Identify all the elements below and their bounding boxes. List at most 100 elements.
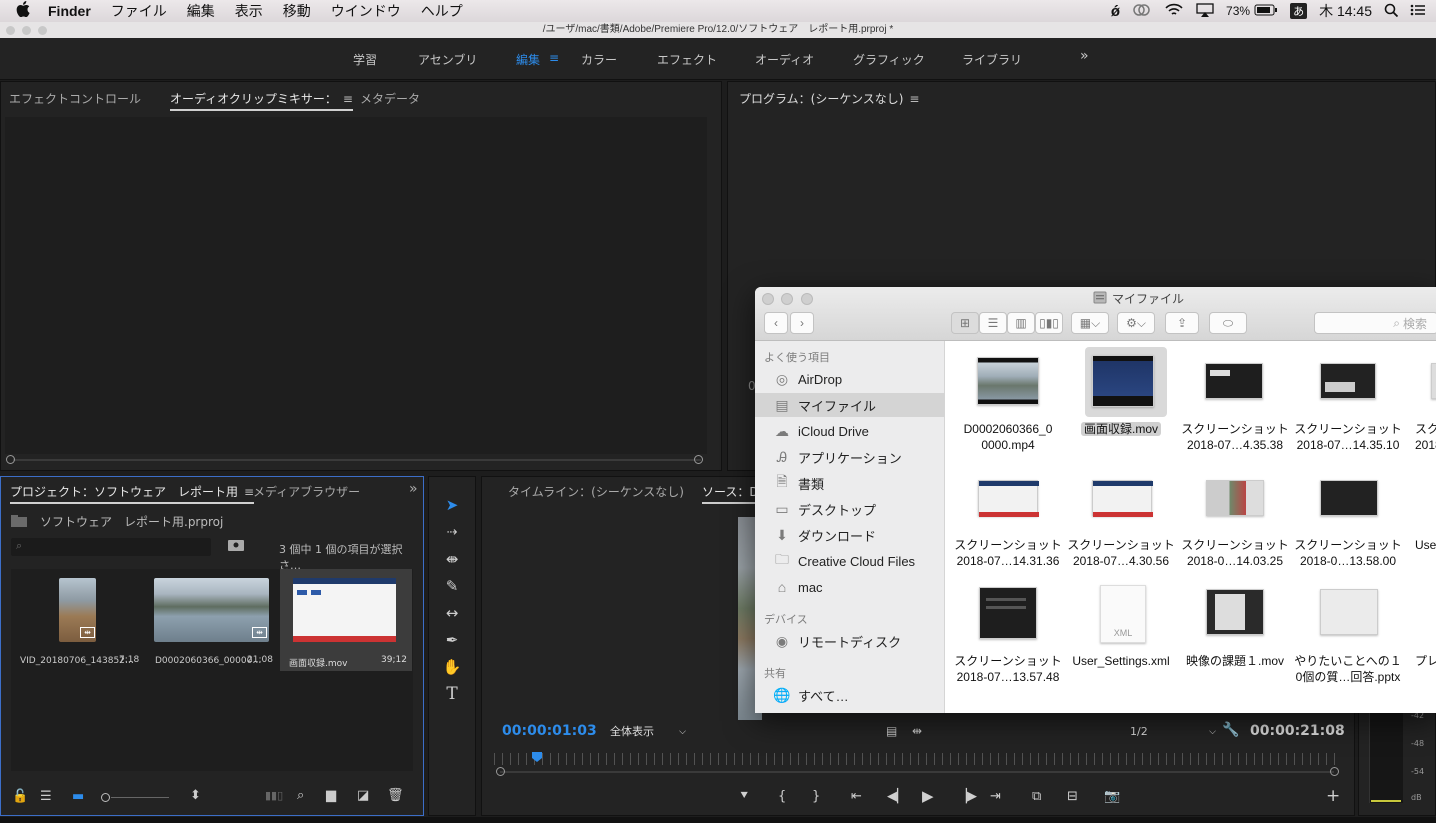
sidebar-item-documents[interactable]: 🗎 書類 xyxy=(755,471,945,495)
file-thumbnail[interactable] xyxy=(1092,355,1154,407)
file-item[interactable]: スクリーンショット 2018-0…13.58.00 xyxy=(1291,537,1405,569)
battery-icon[interactable] xyxy=(1254,3,1278,19)
share-button[interactable]: ⇪ xyxy=(1165,312,1199,334)
scroll-handle-left[interactable] xyxy=(496,767,505,776)
file-item[interactable]: D0002060366_0 0000.mp4 xyxy=(951,421,1065,453)
file-thumbnail[interactable] xyxy=(1320,589,1378,635)
workspace-tab-color[interactable]: カラー xyxy=(581,51,617,68)
file-thumbnail[interactable] xyxy=(978,480,1039,517)
input-method-icon[interactable]: あ xyxy=(1290,3,1308,19)
menu-go[interactable]: 移動 xyxy=(283,1,311,21)
panel-menu-icon[interactable]: ≡ xyxy=(343,92,353,106)
menu-edit[interactable]: 編集 xyxy=(187,1,215,21)
sidebar-item-all-files[interactable]: ▤ マイファイル xyxy=(755,393,945,417)
finder-minimize-button[interactable] xyxy=(781,293,793,305)
workspace-overflow-button[interactable]: » xyxy=(1080,48,1089,64)
color-sync-icon[interactable] xyxy=(1132,3,1152,20)
file-item[interactable]: スク 2018 xyxy=(1405,421,1436,453)
tags-button[interactable]: ⬭ xyxy=(1209,312,1247,334)
file-thumbnail[interactable] xyxy=(1092,480,1153,517)
file-thumbnail[interactable] xyxy=(1320,480,1378,516)
timeline-zoom-scrollbar[interactable] xyxy=(500,771,1334,773)
project-clip-item[interactable]: ⇹ VID_20180706_143852… 7:18 xyxy=(11,569,144,671)
trash-icon[interactable]: 🗑 xyxy=(387,788,404,803)
file-item[interactable]: プレ xyxy=(1405,653,1436,669)
workspace-tab-learn[interactable]: 学習 xyxy=(353,51,377,68)
file-thumbnail[interactable] xyxy=(1205,363,1263,399)
wifi-icon[interactable] xyxy=(1164,3,1184,20)
finder-close-button[interactable] xyxy=(762,293,774,305)
workspace-tab-effects[interactable]: エフェクト xyxy=(657,51,717,68)
finder-zoom-button[interactable] xyxy=(801,293,813,305)
notification-center-icon[interactable] xyxy=(1410,3,1426,19)
drag-video-icon[interactable]: ⇹ xyxy=(912,724,922,738)
forward-button[interactable]: › xyxy=(790,312,814,334)
zoom-slider-handle[interactable] xyxy=(101,793,110,802)
sidebar-item-applications[interactable]: Ꭿ アプリケーション xyxy=(755,445,945,469)
menu-app-finder[interactable]: Finder xyxy=(48,3,91,19)
gallery-view-button[interactable]: ▯▮▯ xyxy=(1035,312,1063,334)
zoom-select[interactable]: 全体表示 ⌵ xyxy=(606,723,690,741)
file-item[interactable]: スクリーンショット 2018-07…4.30.56 xyxy=(1064,537,1178,569)
step-forward-icon[interactable]: ▕▶ xyxy=(957,789,977,804)
file-thumbnail[interactable] xyxy=(1206,480,1264,516)
workspace-tab-editing[interactable]: 編集 xyxy=(516,51,540,68)
automate-sequence-icon[interactable]: ▮▮▯ xyxy=(265,789,283,802)
scroll-handle-right[interactable] xyxy=(1330,767,1339,776)
sidebar-item-shared-all[interactable]: 🌐 すべて… xyxy=(755,683,945,707)
resolution-select[interactable]: 1/2 ⌵ xyxy=(1126,723,1220,741)
column-view-button[interactable]: ▥ xyxy=(1007,312,1035,334)
sort-icon[interactable]: ⬍ xyxy=(190,788,201,803)
menu-file[interactable]: ファイル xyxy=(111,1,167,21)
file-item[interactable]: 映像の課題１.mov xyxy=(1178,653,1292,669)
scroll-handle-right[interactable] xyxy=(694,455,703,464)
file-item-selected[interactable]: 画面収録.mov xyxy=(1064,421,1178,437)
project-clip-item-selected[interactable]: 画面収録.mov 39;12 xyxy=(280,569,412,671)
icon-view-button[interactable]: ⊞ xyxy=(951,312,979,334)
menu-view[interactable]: 表示 xyxy=(235,1,263,21)
list-view-icon[interactable]: ☰ xyxy=(40,789,52,804)
insert-icon[interactable]: ⧉ xyxy=(1032,789,1041,804)
sidebar-item-downloads[interactable]: ⬇ ダウンロード xyxy=(755,523,945,547)
file-thumbnail[interactable] xyxy=(1320,363,1376,399)
go-to-out-icon[interactable]: ⇥ xyxy=(990,789,1001,804)
minimize-window-button[interactable] xyxy=(22,26,31,35)
action-button[interactable]: ⚙⌵ xyxy=(1117,312,1155,334)
list-view-button[interactable]: ☰ xyxy=(979,312,1007,334)
icon-view-icon[interactable]: ▬ xyxy=(72,789,84,804)
sidebar-item-airdrop[interactable]: ◎ AirDrop xyxy=(755,367,945,391)
selection-tool-icon[interactable]: ➤ xyxy=(441,494,463,516)
time-ruler[interactable] xyxy=(494,753,1340,765)
close-window-button[interactable] xyxy=(6,26,15,35)
workspace-tab-audio[interactable]: オーディオ xyxy=(755,51,814,68)
workspace-tab-graphics[interactable]: グラフィック xyxy=(853,51,925,68)
ripple-edit-tool-icon[interactable]: ⇼ xyxy=(441,548,463,570)
file-item[interactable]: スクリーンショット 2018-07…14.31.36 xyxy=(951,537,1065,569)
sidebar-item-creative-cloud[interactable]: 🗀 Creative Cloud Files xyxy=(755,549,945,573)
group-button[interactable]: ▦⌵ xyxy=(1071,312,1109,334)
export-frame-icon[interactable]: 📷 xyxy=(1104,789,1120,804)
find-icon[interactable] xyxy=(228,539,244,554)
settings-wrench-icon[interactable]: 🔧 xyxy=(1222,722,1239,738)
tab-timeline[interactable]: タイムライン：(シーケンスなし) xyxy=(508,483,684,500)
clock[interactable]: 木 14:45 xyxy=(1319,1,1372,21)
file-item[interactable]: やりたいことへの１ 0個の質…回答.pptx xyxy=(1291,653,1405,685)
file-thumbnail[interactable] xyxy=(1206,589,1264,635)
mark-out-icon[interactable]: } xyxy=(812,789,820,804)
tab-project[interactable]: プロジェクト：ソフトウェア レポート用 ≡ xyxy=(10,483,255,504)
sidebar-item-home[interactable]: ⌂ mac xyxy=(755,575,945,599)
workspace-menu-icon[interactable]: ≡ xyxy=(549,51,559,65)
file-thumbnail[interactable] xyxy=(1431,363,1436,399)
menu-window[interactable]: ウインドウ xyxy=(331,1,401,21)
type-tool-icon[interactable]: T xyxy=(441,683,463,705)
sidebar-item-remote-disc[interactable]: ◉ リモートディスク xyxy=(755,629,945,653)
file-thumbnail[interactable] xyxy=(977,357,1039,405)
playhead-timecode[interactable]: 00:00:01:03 xyxy=(502,723,597,739)
back-button[interactable]: ‹ xyxy=(764,312,788,334)
creative-cloud-icon[interactable]: ǿ xyxy=(1111,3,1120,20)
tab-metadata[interactable]: メタデータ xyxy=(360,90,420,107)
file-item[interactable]: スクリーンショット 2018-07…14.35.10 xyxy=(1291,421,1405,453)
find-button-icon[interactable]: ⌕ xyxy=(297,788,304,803)
tab-effect-controls[interactable]: エフェクトコントロール xyxy=(9,90,141,107)
file-item[interactable]: User_Settings.xml xyxy=(1064,653,1178,669)
